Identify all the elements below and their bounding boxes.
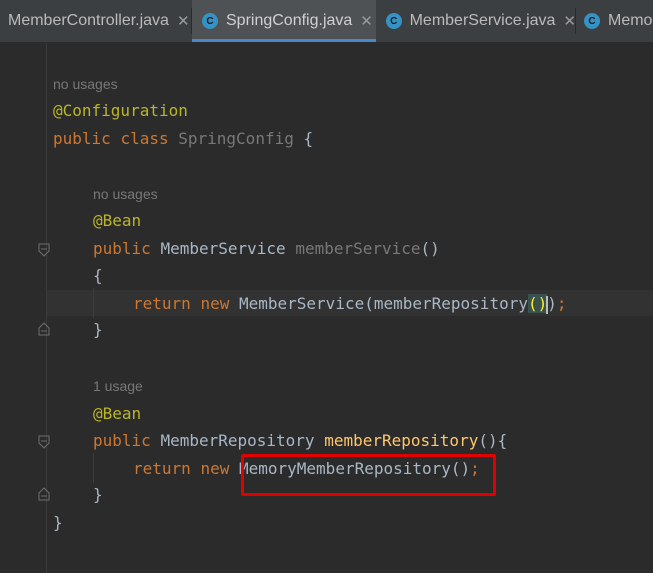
code-line: @Bean: [93, 210, 141, 232]
usage-hint[interactable]: no usages: [93, 186, 158, 202]
method-name: memberService: [295, 239, 421, 258]
code-line: }: [93, 319, 103, 341]
code-editor[interactable]: no usages @Configuration public class Sp…: [0, 43, 653, 573]
brace: }: [93, 320, 103, 339]
usage-hint[interactable]: no usages: [53, 76, 118, 92]
code-line: }: [53, 512, 63, 534]
keyword: class: [120, 129, 169, 148]
editor-tab-bar: MemberController.java ✕ C SpringConfig.j…: [0, 0, 653, 43]
keyword: public: [93, 431, 151, 450]
fold-end-icon[interactable]: [38, 487, 50, 501]
usage-hint[interactable]: 1 usage: [93, 378, 143, 394]
brace: {: [93, 266, 103, 285]
code-line: {: [93, 265, 103, 287]
tab-spring-config[interactable]: C SpringConfig.java ✕: [192, 0, 376, 42]
constructor-call: MemberService(memberRepository: [238, 294, 528, 313]
type-name: MemberRepository: [160, 431, 315, 450]
fold-collapse-icon[interactable]: [38, 243, 50, 257]
annotation: @Bean: [93, 211, 142, 230]
method-name: memberRepository: [324, 431, 479, 450]
keyword: public: [53, 129, 111, 148]
parens-brace: (){: [478, 431, 508, 450]
tab-label: MemberController.java: [8, 12, 169, 29]
close-icon[interactable]: ✕: [177, 12, 190, 30]
code-line: public MemberRepository memberRepository…: [93, 430, 507, 452]
code-line: public MemberService memberService(): [93, 238, 440, 260]
brace: }: [93, 485, 103, 504]
code-line: @Bean: [93, 403, 141, 425]
keyword: return: [133, 459, 191, 478]
keyword: public: [93, 239, 151, 258]
fold-collapse-icon[interactable]: [38, 435, 50, 449]
tab-label: SpringConfig.java: [226, 12, 353, 29]
annotation: @Bean: [93, 404, 142, 423]
code-line: public class SpringConfig {: [53, 128, 313, 150]
paren: ): [547, 294, 557, 313]
brace: }: [53, 513, 63, 532]
parens: (): [420, 239, 440, 258]
indent-guide: [93, 288, 94, 318]
tab-member-controller[interactable]: MemberController.java ✕: [0, 0, 200, 42]
matched-parens: (): [527, 294, 548, 313]
semicolon: ;: [556, 294, 567, 313]
indent-guide: [93, 453, 94, 483]
java-class-icon: C: [386, 13, 402, 29]
fold-end-icon[interactable]: [38, 322, 50, 336]
keyword: new: [200, 294, 230, 313]
keyword: new: [200, 459, 230, 478]
type-name: MemberService: [160, 239, 286, 258]
keyword: return: [133, 294, 191, 313]
highlight-annotation-box: [241, 454, 496, 496]
class-name: SpringConfig: [178, 129, 294, 148]
code-line-current: return new MemberService(memberRepositor…: [133, 293, 567, 315]
java-class-icon: C: [202, 13, 218, 29]
tab-memory-member-repository[interactable]: C Memor: [576, 0, 653, 42]
brace: {: [303, 129, 314, 148]
java-class-icon: C: [584, 13, 600, 29]
code-line: }: [93, 484, 103, 506]
tab-label: MemberService.java: [409, 12, 556, 29]
code-line: @Configuration: [53, 100, 188, 122]
annotation: @Configuration: [53, 101, 188, 120]
tab-member-service[interactable]: C MemberService.java ✕: [376, 0, 576, 42]
tab-label: Memor: [608, 12, 653, 29]
close-icon[interactable]: ✕: [360, 12, 373, 30]
